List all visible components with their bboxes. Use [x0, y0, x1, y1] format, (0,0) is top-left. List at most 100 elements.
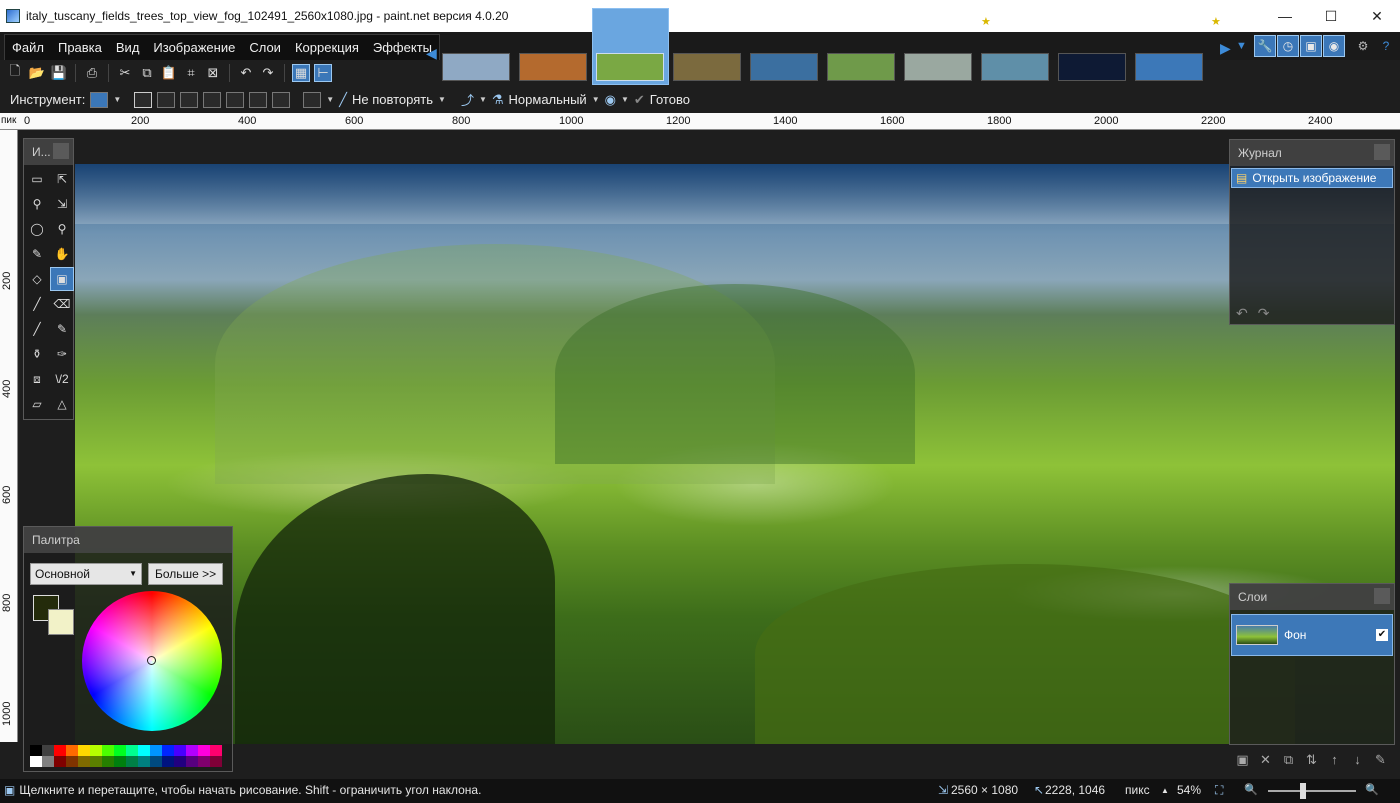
selection-mode-alt-icon[interactable]: [272, 91, 291, 108]
magic-wand-tool-icon[interactable]: ✎: [25, 242, 49, 266]
palette-swatch[interactable]: [90, 756, 102, 767]
undo-icon[interactable]: ↶: [237, 64, 255, 82]
close-button[interactable]: ✕: [1354, 0, 1400, 32]
zoom-slider-track[interactable]: [1268, 790, 1356, 792]
shapes-tool-alt-icon[interactable]: △: [50, 392, 74, 416]
image-tab-thumb[interactable]: [519, 53, 587, 81]
layers-panel-header[interactable]: Слои: [1230, 584, 1394, 610]
menu-edit[interactable]: Правка: [51, 35, 109, 60]
menu-adjustments[interactable]: Коррекция: [288, 35, 366, 60]
blend-mode-icon[interactable]: ⚗: [492, 92, 504, 108]
repeat-mode-icon[interactable]: ╱: [339, 92, 347, 108]
palette-swatch[interactable]: [138, 745, 150, 756]
done-button[interactable]: Готово: [650, 92, 690, 107]
antialiasing-icon[interactable]: ⤴: [461, 90, 474, 109]
chevron-down-icon[interactable]: ▼: [326, 95, 334, 104]
shapes-tool-icon[interactable]: ▱: [25, 392, 49, 416]
layer-properties-icon[interactable]: ✎: [1372, 752, 1389, 769]
image-tab-thumb[interactable]: [750, 53, 818, 81]
zoom-out-icon[interactable]: 🔍: [1244, 783, 1258, 796]
help-icon[interactable]: ?: [1375, 35, 1397, 57]
rectangle-select-tool-icon[interactable]: ▭: [25, 167, 49, 191]
image-tab-thumb[interactable]: [1135, 53, 1203, 81]
palette-swatch[interactable]: [186, 745, 198, 756]
palette-swatch[interactable]: [42, 756, 54, 767]
image-tab-thumb[interactable]: [981, 53, 1049, 81]
palette-swatch[interactable]: [102, 756, 114, 767]
palette-swatch[interactable]: [162, 756, 174, 767]
palette-swatch[interactable]: [150, 756, 162, 767]
palette-swatch[interactable]: [174, 745, 186, 756]
palette-swatch[interactable]: [210, 756, 222, 767]
palette-swatch[interactable]: [66, 745, 78, 756]
deselect-icon[interactable]: ⊠: [204, 64, 222, 82]
zoom-to-window-icon[interactable]: ⛶: [1215, 783, 1223, 798]
move-selected-tool-icon[interactable]: ⇲: [50, 192, 74, 216]
palette-swatch[interactable]: [78, 745, 90, 756]
duplicate-layer-icon[interactable]: ⧉: [1280, 752, 1297, 769]
redo-icon[interactable]: ↷: [259, 64, 277, 82]
recolor-tool-icon[interactable]: ✑: [50, 342, 74, 366]
history-panel-close-button[interactable]: [1374, 144, 1390, 160]
selection-mode-intersect-icon[interactable]: [203, 91, 222, 108]
palette-swatch[interactable]: [174, 756, 186, 767]
palette-panel-header[interactable]: Палитра: [24, 527, 232, 553]
units-selector[interactable]: пикс: [1125, 783, 1150, 797]
palette-swatch[interactable]: [30, 756, 42, 767]
layer-row[interactable]: Фон ✔: [1231, 614, 1393, 656]
palette-swatch[interactable]: [90, 745, 102, 756]
palette-swatch[interactable]: [42, 745, 54, 756]
palette-swatch[interactable]: [198, 756, 210, 767]
new-image-icon[interactable]: 🗋: [6, 63, 24, 82]
chevron-down-icon[interactable]: ▼: [438, 95, 446, 104]
history-window-toggle-icon[interactable]: ◷: [1277, 35, 1299, 57]
palette-swatch[interactable]: [54, 745, 66, 756]
menu-layers[interactable]: Слои: [242, 35, 288, 60]
selection-quality-icon[interactable]: ◉: [605, 92, 616, 108]
zoom-tool-icon[interactable]: ⚲: [50, 217, 74, 241]
layers-panel-close-button[interactable]: [1374, 588, 1390, 604]
menu-file[interactable]: Файл: [5, 35, 51, 60]
palette-swatch[interactable]: [54, 756, 66, 767]
palette-swatch[interactable]: [102, 745, 114, 756]
layers-window-toggle-icon[interactable]: ▣: [1300, 35, 1322, 57]
merge-layer-icon[interactable]: ⇅: [1303, 752, 1320, 769]
save-icon[interactable]: 💾: [50, 64, 68, 82]
palette-swatch[interactable]: [114, 756, 126, 767]
repeat-mode-label[interactable]: Не повторять: [352, 92, 433, 107]
current-tool-icon[interactable]: [90, 91, 109, 108]
selection-mode-replace-icon[interactable]: [134, 91, 153, 108]
gradient-tool-icon[interactable]: ▣: [50, 267, 74, 291]
ellipse-select-tool-icon[interactable]: ◯: [25, 217, 49, 241]
image-tab-thumb[interactable]: [1058, 53, 1126, 81]
image-tab-thumb[interactable]: [596, 53, 664, 81]
paste-icon[interactable]: 📋: [160, 64, 178, 82]
tabs-scroll-right-icon[interactable]: ▶: [1220, 40, 1231, 57]
cut-icon[interactable]: ✂: [116, 64, 134, 82]
maximize-button[interactable]: ☐: [1308, 0, 1354, 32]
paint-bucket-tool-icon[interactable]: ◇: [25, 267, 49, 291]
palette-swatch[interactable]: [126, 756, 138, 767]
color-wheel[interactable]: [82, 591, 222, 731]
paintbrush-tool-icon[interactable]: ╱: [25, 292, 49, 316]
settings-gear-icon[interactable]: ⚙: [1352, 35, 1374, 57]
blend-mode-label[interactable]: Нормальный: [509, 92, 587, 107]
palette-swatch[interactable]: [126, 745, 138, 756]
line-curve-tool-icon[interactable]: \/2: [50, 367, 74, 391]
palette-swatch[interactable]: [198, 745, 210, 756]
selection-mode-xor-icon[interactable]: [226, 91, 245, 108]
palette-swatch[interactable]: [162, 745, 174, 756]
chevron-down-icon[interactable]: ▼: [621, 95, 629, 104]
lasso-select-tool-icon[interactable]: ⚲: [25, 192, 49, 216]
secondary-color-swatch[interactable]: [48, 609, 74, 635]
palette-swatch[interactable]: [114, 745, 126, 756]
layer-visibility-checkbox[interactable]: ✔: [1376, 629, 1388, 641]
tools-panel-close-button[interactable]: [53, 143, 69, 159]
units-caret-icon[interactable]: ▲: [1161, 786, 1169, 795]
colors-window-toggle-icon[interactable]: ◉: [1323, 35, 1345, 57]
more-colors-button[interactable]: Больше >>: [148, 563, 224, 585]
image-tab-thumb[interactable]: [673, 53, 741, 81]
selection-mode-union-icon[interactable]: [157, 91, 176, 108]
palette-swatch[interactable]: [30, 745, 42, 756]
text-tool-icon[interactable]: ⧈: [25, 367, 49, 391]
